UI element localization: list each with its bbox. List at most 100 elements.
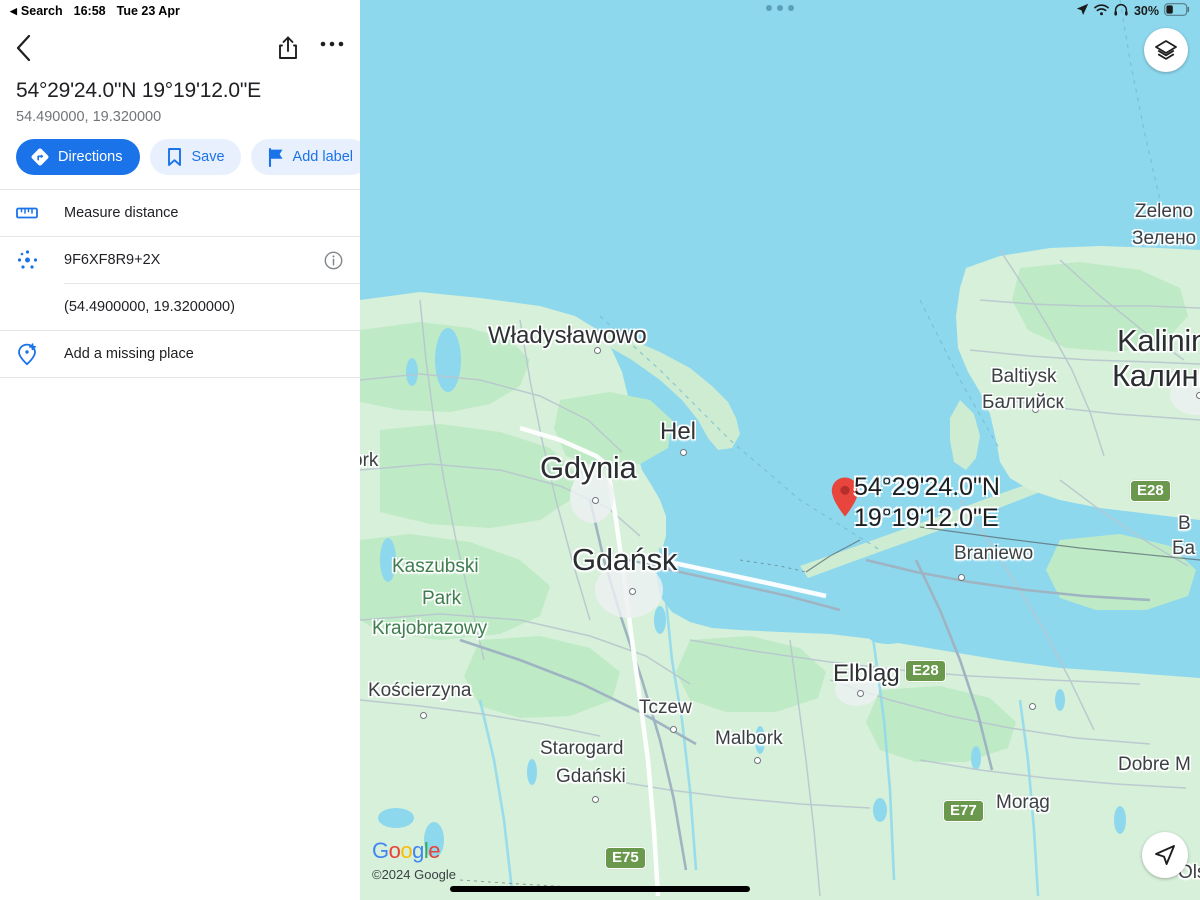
ios-status-bar: ◀ Search 16:58 Tue 23 Apr [0, 0, 360, 22]
city-dot [592, 796, 599, 803]
highway-shield: E75 [605, 847, 646, 869]
map-label: Kościerzyna [368, 680, 472, 701]
map-label: Malbork [715, 728, 783, 749]
place-details-panel: ◀ Search 16:58 Tue 23 Apr 54°29'24.0"N 1… [0, 0, 360, 900]
directions-button[interactable]: Directions [16, 139, 141, 176]
marker-lat: 54°29'24.0"N [854, 473, 1000, 501]
status-back-arrow-icon[interactable]: ◀ [10, 6, 17, 17]
headphones-icon [1114, 3, 1129, 19]
highway-shield: E28 [1130, 480, 1171, 502]
location-marker[interactable]: 54°29'24.0"N 19°19'12.0"E [830, 473, 1000, 532]
measure-distance-row[interactable]: Measure distance [0, 190, 360, 236]
city-dot [629, 588, 636, 595]
more-options-button[interactable] [320, 41, 344, 55]
place-action-buttons: Directions Save Add label [0, 125, 360, 189]
back-button[interactable] [16, 35, 31, 61]
basemap-graphics [360, 0, 1200, 900]
map-canvas[interactable]: 30% Władysławowo Hel Gdynia Gdańsk ork Koście… [360, 0, 1200, 900]
map-label: Зелено [1132, 228, 1197, 249]
navigation-arrow-icon [1155, 845, 1175, 865]
map-label: Zeleno [1135, 201, 1194, 222]
marker-lon: 19°19'12.0"E [854, 504, 999, 532]
panel-nav-bar [0, 22, 360, 74]
park-label: Kaszubski [392, 556, 479, 577]
map-label: Калини [1112, 358, 1200, 393]
decimal-coordinates-row[interactable]: (54.4900000, 19.3200000) [0, 284, 360, 330]
city-dot [958, 574, 965, 581]
map-label: Elbląg [833, 660, 900, 687]
location-arrow-icon [1076, 3, 1089, 19]
plus-code-value: 9F6XF8R9+2X [64, 252, 161, 269]
map-label: Kalinin [1117, 323, 1200, 358]
status-time: 16:58 [73, 4, 106, 18]
directions-button-label: Directions [58, 149, 123, 166]
add-missing-place-label: Add a missing place [64, 346, 194, 363]
save-button-label: Save [191, 149, 225, 166]
city-dot [680, 449, 687, 456]
drag-dot [766, 5, 772, 11]
drag-dots-handle[interactable] [766, 5, 794, 11]
map-label: Балтийск [982, 392, 1064, 413]
marker-coordinate-label: 54°29'24.0"N 19°19'12.0"E [854, 472, 1000, 534]
city-dot [754, 757, 761, 764]
layers-icon [1155, 40, 1177, 60]
plus-code-icon [16, 249, 48, 271]
wifi-icon [1094, 3, 1109, 19]
map-label: Hel [660, 418, 697, 445]
city-dot [857, 690, 864, 697]
city-dot [592, 497, 599, 504]
map-label: Starogard [540, 738, 624, 759]
share-icon [279, 36, 297, 59]
map-label: Ба [1172, 538, 1196, 559]
map-label: Dobre M [1118, 754, 1191, 775]
map-app-screen: ◀ Search 16:58 Tue 23 Apr 54°29'24.0"N 1… [0, 0, 1200, 900]
measure-distance-label: Measure distance [64, 205, 179, 222]
share-button[interactable] [278, 36, 298, 60]
more-horizontal-icon [320, 41, 344, 47]
map-copyright: ©2024 Google [372, 867, 457, 882]
save-button[interactable]: Save [150, 139, 241, 176]
divider [0, 377, 360, 379]
map-label: Tczew [639, 697, 692, 718]
highway-shield: E77 [943, 800, 984, 822]
map-label: Gdynia [540, 450, 637, 485]
map-label: B [1178, 513, 1191, 534]
place-coordinates-subtitle: 54.490000, 19.320000 [16, 109, 162, 126]
plus-code-row[interactable]: 9F6XF8R9+2X [0, 237, 360, 283]
city-dot [670, 726, 677, 733]
status-back-app-label[interactable]: Search [21, 4, 63, 18]
decimal-coordinates-value: (54.4900000, 19.3200000) [64, 299, 235, 316]
highway-shield: E28 [905, 660, 946, 682]
map-label: Braniewo [954, 543, 1034, 564]
park-label: Krajobrazowy [372, 618, 488, 639]
add-label-button[interactable]: Add label [250, 139, 360, 176]
ios-status-bar-right: 30% [1076, 0, 1200, 22]
google-logo: Google [372, 838, 441, 863]
info-icon[interactable] [322, 251, 344, 270]
battery-percent-label: 30% [1133, 4, 1159, 18]
map-label: Gdańsk [572, 542, 678, 577]
home-indicator[interactable] [450, 886, 750, 892]
directions-icon [31, 148, 49, 166]
place-header: 54°29'24.0"N 19°19'12.0"E 54.490000, 19.… [0, 74, 360, 125]
chevron-left-icon [16, 35, 31, 61]
map-label: Gdański [556, 766, 626, 787]
city-dot [1029, 703, 1036, 710]
drag-dot [788, 5, 794, 11]
bookmark-icon [168, 148, 182, 167]
map-label: Baltiysk [991, 366, 1057, 387]
map-label: ork [360, 450, 379, 471]
park-label: Park [422, 588, 462, 609]
flag-icon [268, 148, 283, 168]
map-label: Morąg [996, 792, 1050, 813]
add-place-icon [16, 342, 48, 366]
map-label: Władysławowo [488, 322, 647, 349]
add-missing-place-row[interactable]: Add a missing place [0, 331, 360, 377]
add-label-button-label: Add label [292, 149, 353, 166]
battery-icon [1164, 3, 1190, 19]
status-date: Tue 23 Apr [116, 4, 180, 18]
ruler-icon [16, 205, 48, 221]
drag-dot [777, 5, 783, 11]
my-location-button[interactable] [1142, 832, 1188, 878]
layers-button[interactable] [1144, 28, 1188, 72]
